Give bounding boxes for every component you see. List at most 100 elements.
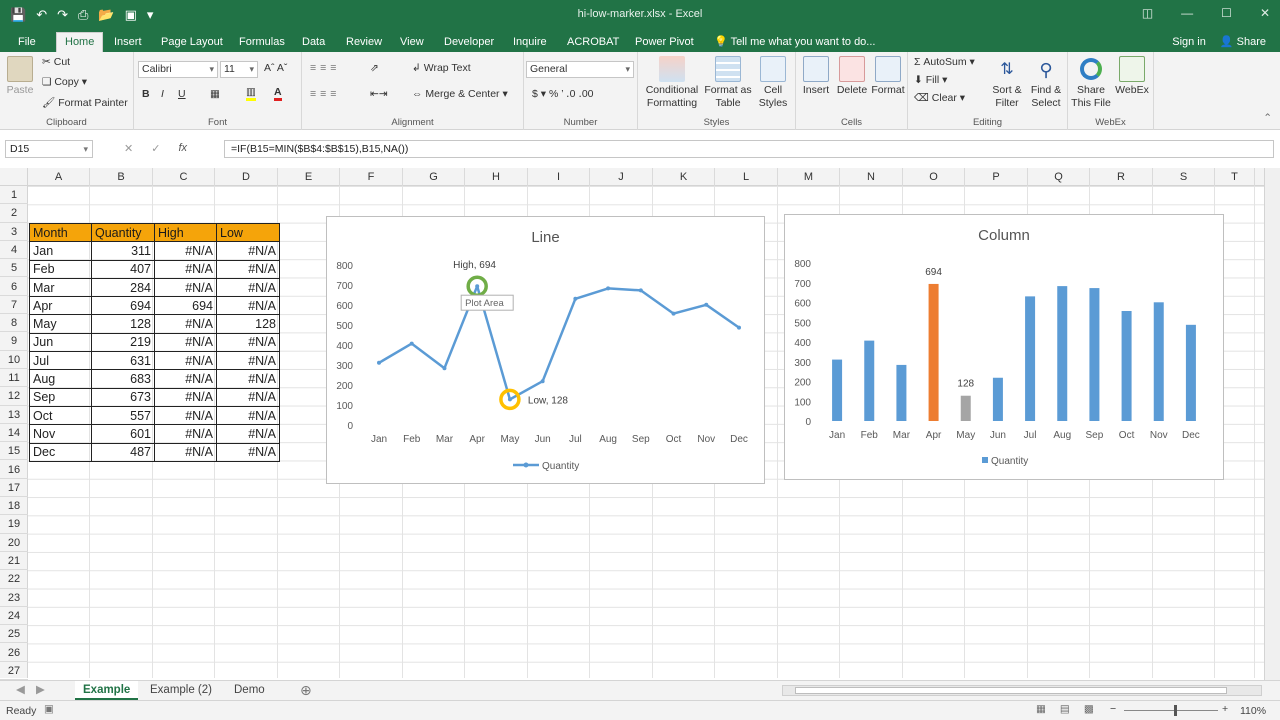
number-format-select[interactable]: General bbox=[526, 61, 634, 78]
row-header[interactable]: 2 bbox=[0, 204, 28, 223]
column-header[interactable]: E bbox=[278, 168, 340, 186]
row-header[interactable]: 8 bbox=[0, 314, 28, 333]
format-cells-button[interactable]: Format bbox=[870, 56, 906, 97]
tab-power-pivot[interactable]: Power Pivot bbox=[631, 33, 698, 52]
sheet-tab-example-2[interactable]: Example (2) bbox=[142, 681, 220, 700]
table-cell[interactable]: Oct bbox=[29, 405, 92, 426]
table-cell[interactable]: 557 bbox=[91, 405, 155, 426]
table-cell[interactable]: #N/A bbox=[154, 259, 217, 279]
sheet-tab-example[interactable]: Example bbox=[75, 681, 139, 700]
table-cell[interactable]: Mar bbox=[29, 277, 92, 298]
new-sheet-icon[interactable]: ⊕ bbox=[292, 681, 320, 700]
column-header[interactable]: G bbox=[403, 168, 465, 186]
collapse-ribbon-icon[interactable]: ⌃ bbox=[1263, 112, 1272, 124]
table-cell[interactable]: 673 bbox=[91, 387, 155, 407]
cell-styles-button[interactable]: Cell Styles bbox=[752, 56, 794, 110]
row-header[interactable]: 7 bbox=[0, 296, 28, 315]
column-header[interactable]: I bbox=[528, 168, 590, 186]
zoom-level[interactable]: 110% bbox=[1240, 705, 1266, 717]
tab-formulas[interactable]: Formulas bbox=[235, 33, 289, 52]
copy-button[interactable]: ❏ Copy ▾ bbox=[42, 76, 87, 88]
table-header-cell[interactable]: Month bbox=[29, 222, 92, 243]
row-header[interactable]: 25 bbox=[0, 625, 28, 644]
table-cell[interactable]: #N/A bbox=[154, 277, 217, 298]
table-cell[interactable]: #N/A bbox=[216, 259, 280, 279]
italic-icon[interactable]: I bbox=[161, 88, 164, 100]
row-header[interactable]: 23 bbox=[0, 589, 28, 607]
row-header[interactable]: 11 bbox=[0, 369, 28, 388]
table-cell[interactable]: #N/A bbox=[216, 351, 280, 371]
table-cell[interactable]: Aug bbox=[29, 369, 92, 389]
paste-button[interactable]: Paste bbox=[4, 56, 36, 97]
fill-button[interactable]: ⬇ Fill ▾ bbox=[914, 74, 947, 86]
zoom-slider[interactable] bbox=[1124, 705, 1218, 716]
next-sheet-icon[interactable]: ▶ bbox=[28, 681, 53, 700]
column-header[interactable]: R bbox=[1090, 168, 1153, 186]
orientation-icon[interactable]: ⇗ bbox=[370, 62, 379, 74]
table-cell[interactable]: #N/A bbox=[216, 241, 280, 261]
column-header[interactable]: C bbox=[153, 168, 215, 186]
row-header[interactable]: 3 bbox=[0, 223, 28, 241]
table-cell[interactable]: 631 bbox=[91, 351, 155, 371]
tab-inquire[interactable]: Inquire bbox=[509, 33, 551, 52]
column-chart[interactable]: Column 0 100 200 300 400 500 600 700 800 Jan Feb Ma… bbox=[784, 214, 1224, 480]
table-cell[interactable]: Apr bbox=[29, 296, 92, 316]
row-header[interactable]: 5 bbox=[0, 259, 28, 278]
row-header[interactable]: 15 bbox=[0, 442, 28, 461]
table-cell[interactable]: Jun bbox=[29, 332, 92, 353]
row-header[interactable]: 6 bbox=[0, 278, 28, 296]
minimize-icon[interactable]: — bbox=[1181, 6, 1193, 20]
table-cell[interactable]: #N/A bbox=[216, 442, 280, 462]
insert-function-icon[interactable]: fx bbox=[178, 142, 187, 155]
table-cell[interactable]: #N/A bbox=[216, 405, 280, 426]
row-header[interactable]: 12 bbox=[0, 387, 28, 406]
table-cell[interactable]: May bbox=[29, 314, 92, 334]
zoom-slider-thumb[interactable] bbox=[1174, 705, 1177, 716]
tell-me-search[interactable]: 💡 Tell me what you want to do... bbox=[710, 33, 879, 52]
line-chart[interactable]: Line 0 100 200 300 400 500 600 700 800 Jan Feb Mar A… bbox=[326, 216, 765, 484]
table-cell[interactable]: #N/A bbox=[216, 277, 280, 298]
column-header[interactable]: D bbox=[215, 168, 278, 186]
column-header[interactable]: T bbox=[1215, 168, 1255, 186]
row-header[interactable]: 21 bbox=[0, 552, 28, 571]
row-header[interactable]: 10 bbox=[0, 351, 28, 369]
column-header[interactable]: H bbox=[465, 168, 528, 186]
column-header[interactable]: O bbox=[903, 168, 965, 186]
clear-button[interactable]: ⌫ Clear ▾ bbox=[914, 92, 965, 104]
close-icon[interactable]: ✕ bbox=[1260, 6, 1270, 20]
autosum-button[interactable]: Σ AutoSum ▾ bbox=[914, 56, 975, 68]
row-header[interactable]: 26 bbox=[0, 644, 28, 662]
column-header[interactable]: N bbox=[840, 168, 903, 186]
table-cell[interactable]: 407 bbox=[91, 259, 155, 279]
font-size-select[interactable]: 11 bbox=[220, 61, 258, 78]
select-all-corner[interactable] bbox=[0, 168, 28, 186]
table-cell[interactable]: #N/A bbox=[154, 405, 217, 426]
table-cell[interactable]: #N/A bbox=[154, 351, 217, 371]
table-cell[interactable]: #N/A bbox=[216, 424, 280, 444]
zoom-out-icon[interactable]: − bbox=[1110, 703, 1116, 715]
cancel-icon[interactable]: ✕ bbox=[124, 142, 133, 155]
webex-button[interactable]: WebEx bbox=[1112, 56, 1152, 97]
vertical-scrollbar[interactable] bbox=[1264, 168, 1280, 680]
table-cell[interactable]: 128 bbox=[91, 314, 155, 334]
tab-page-layout[interactable]: Page Layout bbox=[157, 33, 227, 52]
column-header[interactable]: J bbox=[590, 168, 653, 186]
column-header[interactable]: M bbox=[778, 168, 840, 186]
table-cell[interactable]: #N/A bbox=[154, 387, 217, 407]
table-cell[interactable]: Jul bbox=[29, 351, 92, 371]
row-header[interactable]: 24 bbox=[0, 607, 28, 626]
wrap-text-button[interactable]: ↲ Wrap Text bbox=[412, 62, 471, 74]
column-header[interactable]: P bbox=[965, 168, 1028, 186]
bold-icon[interactable]: B bbox=[142, 88, 150, 100]
merge-center-button[interactable]: ⇔ Merge & Center ▾ bbox=[412, 88, 508, 100]
sort-filter-button[interactable]: ⇅ Sort & Filter bbox=[988, 56, 1026, 110]
table-cell[interactable]: #N/A bbox=[154, 314, 217, 334]
row-header[interactable]: 18 bbox=[0, 497, 28, 516]
table-cell[interactable]: #N/A bbox=[216, 296, 280, 316]
enter-icon[interactable]: ✓ bbox=[151, 142, 160, 155]
tab-acrobat[interactable]: ACROBAT bbox=[563, 33, 623, 52]
tab-view[interactable]: View bbox=[396, 33, 428, 52]
font-family-select[interactable]: Calibri bbox=[138, 61, 218, 78]
name-box[interactable]: D15 bbox=[5, 140, 93, 158]
row-header[interactable]: 22 bbox=[0, 570, 28, 589]
